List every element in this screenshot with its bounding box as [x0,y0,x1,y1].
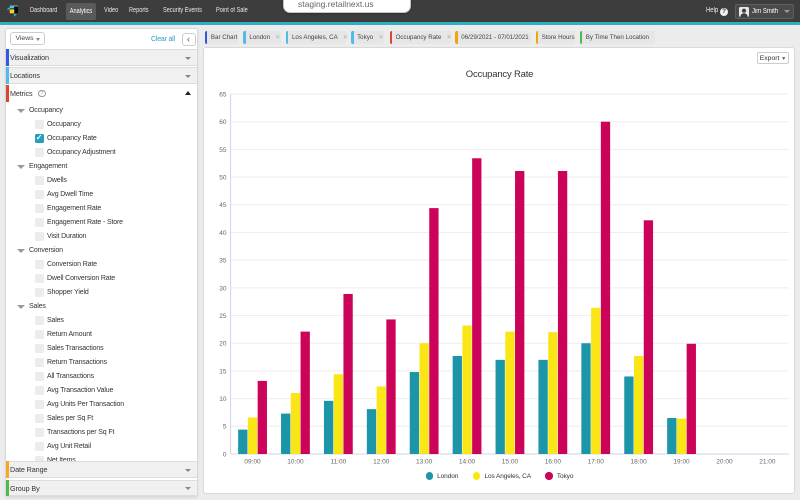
svg-text:50: 50 [219,175,227,182]
svg-text:35: 35 [219,258,227,265]
svg-text:0: 0 [223,451,227,458]
svg-text:25: 25 [219,313,227,320]
svg-text:14:00: 14:00 [459,459,476,466]
svg-text:21:00: 21:00 [759,459,776,466]
svg-text:45: 45 [219,202,227,209]
svg-text:20:00: 20:00 [716,459,733,466]
svg-text:10: 10 [219,396,227,403]
svg-text:17:00: 17:00 [588,459,605,466]
svg-text:12:00: 12:00 [373,459,390,466]
svg-text:18:00: 18:00 [631,459,648,466]
svg-text:13:00: 13:00 [416,459,433,466]
svg-text:09:00: 09:00 [244,459,261,466]
svg-text:30: 30 [219,285,227,292]
svg-text:65: 65 [219,91,227,98]
svg-text:60: 60 [219,119,227,126]
svg-text:10:00: 10:00 [287,459,304,466]
svg-text:55: 55 [219,147,227,154]
svg-text:20: 20 [219,341,227,348]
svg-text:15: 15 [219,368,227,375]
svg-text:19:00: 19:00 [673,459,690,466]
svg-text:11:00: 11:00 [330,459,346,466]
svg-text:40: 40 [219,230,227,237]
svg-text:16:00: 16:00 [545,459,562,466]
svg-text:15:00: 15:00 [502,459,519,466]
svg-text:5: 5 [223,424,227,431]
